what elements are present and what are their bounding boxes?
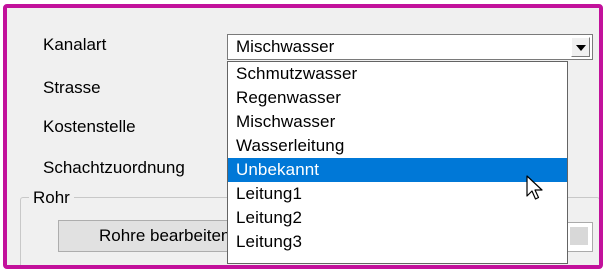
dropdown-option-leitung1[interactable]: Leitung1 bbox=[228, 182, 567, 206]
strasse-label: Strasse bbox=[43, 78, 101, 97]
rohr-group-title: Rohr bbox=[29, 188, 74, 208]
dropdown-option-wasserleitung[interactable]: Wasserleitung bbox=[228, 134, 567, 158]
dropdown-option-mischwasser[interactable]: Mischwasser bbox=[228, 110, 567, 134]
mouse-pointer-icon bbox=[526, 175, 543, 200]
dropdown-option-regenwasser[interactable]: Regenwasser bbox=[228, 86, 567, 110]
dialog-frame: Kanalart Strasse Kostenstelle Schachtzuo… bbox=[3, 4, 603, 269]
kanalart-selected-value: Mischwasser bbox=[236, 37, 335, 56]
kostenstelle-label: Kostenstelle bbox=[43, 117, 136, 136]
chevron-down-icon bbox=[576, 45, 586, 51]
kanalart-dropdown-list[interactable]: Schmutzwasser Regenwasser Mischwasser Wa… bbox=[227, 61, 568, 264]
dropdown-option-schmutzwasser[interactable]: Schmutzwasser bbox=[228, 62, 567, 86]
dropdown-option-leitung2[interactable]: Leitung2 bbox=[228, 206, 567, 230]
schachtzuordnung-label: Schachtzuordnung bbox=[43, 158, 185, 177]
kanalart-label: Kanalart bbox=[43, 35, 107, 54]
side-field-button[interactable] bbox=[570, 227, 588, 245]
dropdown-option-unbekannt[interactable]: Unbekannt bbox=[228, 158, 567, 182]
combo-dropdown-button[interactable] bbox=[571, 37, 590, 57]
kanalart-combobox[interactable]: Mischwasser bbox=[227, 34, 593, 60]
dropdown-option-leitung3[interactable]: Leitung3 bbox=[228, 230, 567, 254]
